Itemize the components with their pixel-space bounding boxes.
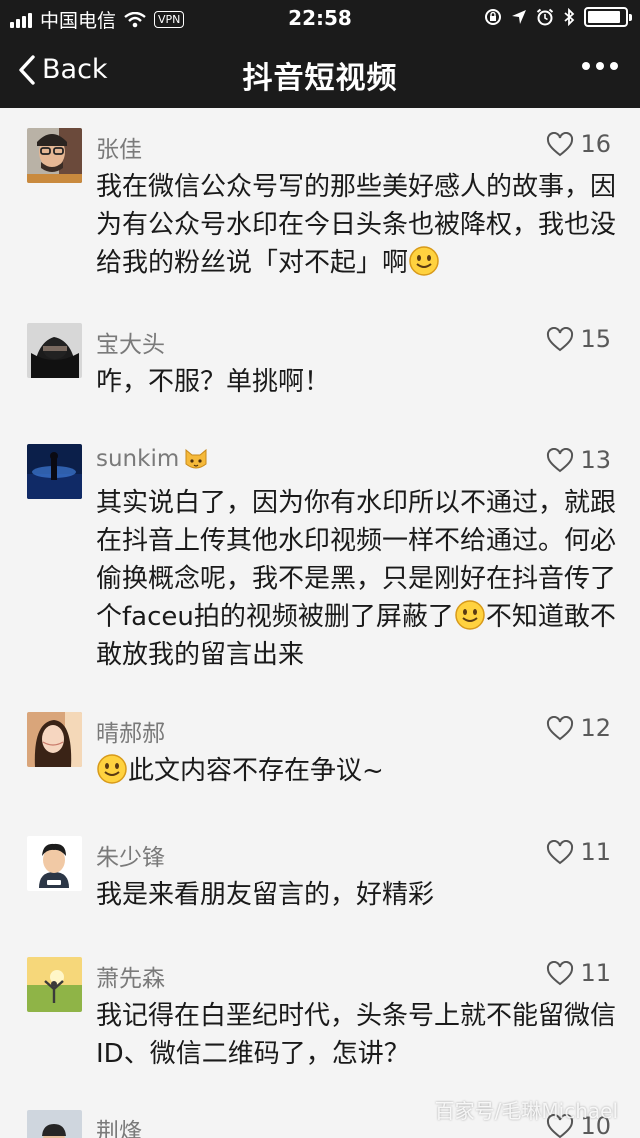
more-dots-icon[interactable] bbox=[582, 62, 618, 70]
heart-icon bbox=[547, 960, 574, 985]
commenter-name[interactable]: 宝大头 bbox=[96, 325, 165, 359]
cat-emoji-icon bbox=[185, 448, 207, 469]
commenter-name[interactable]: sunkim bbox=[96, 446, 209, 472]
heart-icon bbox=[547, 326, 574, 351]
avatar[interactable] bbox=[27, 128, 82, 183]
comment-list: 张佳 16 我在微信公众号写的那些美好感人的故事，因为有公众号水印在今日头条也被… bbox=[0, 108, 640, 1138]
commenter-name[interactable]: 朱少锋 bbox=[96, 838, 165, 872]
like-count: 13 bbox=[580, 446, 611, 474]
commenter-name-text: sunkim bbox=[96, 446, 180, 472]
like-button[interactable]: 16 bbox=[546, 130, 611, 158]
comment-text: 我记得在白垩纪时代，头条号上就不能留微信ID、微信二维码了，怎讲？ bbox=[96, 997, 616, 1073]
comment-text: 咋，不服？单挑啊！ bbox=[96, 363, 616, 401]
comment-text-part: 咋，不服？单挑啊！ bbox=[96, 367, 331, 397]
commenter-name[interactable]: 张佳 bbox=[96, 130, 142, 164]
like-count: 11 bbox=[580, 838, 611, 866]
comment-text: 此文内容不存在争议~ bbox=[96, 752, 616, 790]
comment-text-part: 我记得在白垩纪时代，头条号上就不能留微信ID、微信二维码了，怎讲？ bbox=[96, 1001, 617, 1069]
like-button[interactable]: 13 bbox=[546, 446, 611, 474]
heart-icon bbox=[547, 839, 574, 864]
comment-text: 我是来看朋友留言的，好精彩 bbox=[96, 876, 616, 914]
lock-rotation-icon bbox=[485, 9, 501, 25]
comment-text-part: 我是来看朋友留言的，好精彩 bbox=[96, 880, 435, 910]
comment-text: 我在微信公众号写的那些美好感人的故事，因为有公众号水印在今日头条也被降权，我也没… bbox=[96, 168, 616, 282]
smile-emoji-icon bbox=[97, 754, 127, 784]
like-button[interactable]: 12 bbox=[546, 714, 611, 742]
comment-text: 其实说白了，因为你有水印所以不通过，就跟在抖音上传其他水印视频一样不给通过。何必… bbox=[96, 484, 616, 674]
avatar[interactable] bbox=[27, 836, 82, 891]
comment-text-part: 此文内容不存在争议~ bbox=[128, 756, 384, 786]
like-button[interactable]: 11 bbox=[546, 959, 611, 987]
heart-icon bbox=[547, 447, 574, 472]
like-button[interactable]: 15 bbox=[546, 325, 611, 353]
like-button[interactable]: 11 bbox=[546, 838, 611, 866]
commenter-name[interactable]: 荆烽 bbox=[96, 1112, 142, 1138]
heart-icon bbox=[547, 715, 574, 740]
like-count: 15 bbox=[580, 325, 611, 353]
alarm-icon bbox=[536, 8, 554, 26]
avatar[interactable] bbox=[27, 957, 82, 1012]
commenter-name[interactable]: 晴郝郝 bbox=[96, 714, 165, 748]
watermark: 百家号/毛琳Michael bbox=[434, 1099, 618, 1123]
avatar[interactable] bbox=[27, 323, 82, 378]
page-title: 抖音短视频 bbox=[242, 61, 398, 96]
status-bar: 中国电信 VPN 22:58 bbox=[0, 0, 640, 36]
avatar[interactable] bbox=[27, 712, 82, 767]
like-count: 11 bbox=[580, 959, 611, 987]
avatar[interactable] bbox=[27, 444, 82, 499]
smile-emoji-icon bbox=[409, 246, 439, 276]
heart-icon bbox=[547, 131, 574, 156]
nav-bar: Back 抖音短视频 bbox=[0, 36, 640, 108]
bluetooth-icon bbox=[564, 8, 575, 26]
like-count: 12 bbox=[580, 714, 611, 742]
location-arrow-icon bbox=[512, 10, 526, 24]
avatar[interactable] bbox=[27, 1110, 82, 1138]
battery-icon bbox=[584, 7, 632, 27]
smile-emoji-icon bbox=[455, 600, 485, 630]
commenter-name[interactable]: 萧先森 bbox=[96, 959, 165, 993]
comment-text-part: 我在微信公众号写的那些美好感人的故事，因为有公众号水印在今日头条也被降权，我也没… bbox=[96, 172, 617, 278]
like-count: 16 bbox=[580, 130, 611, 158]
